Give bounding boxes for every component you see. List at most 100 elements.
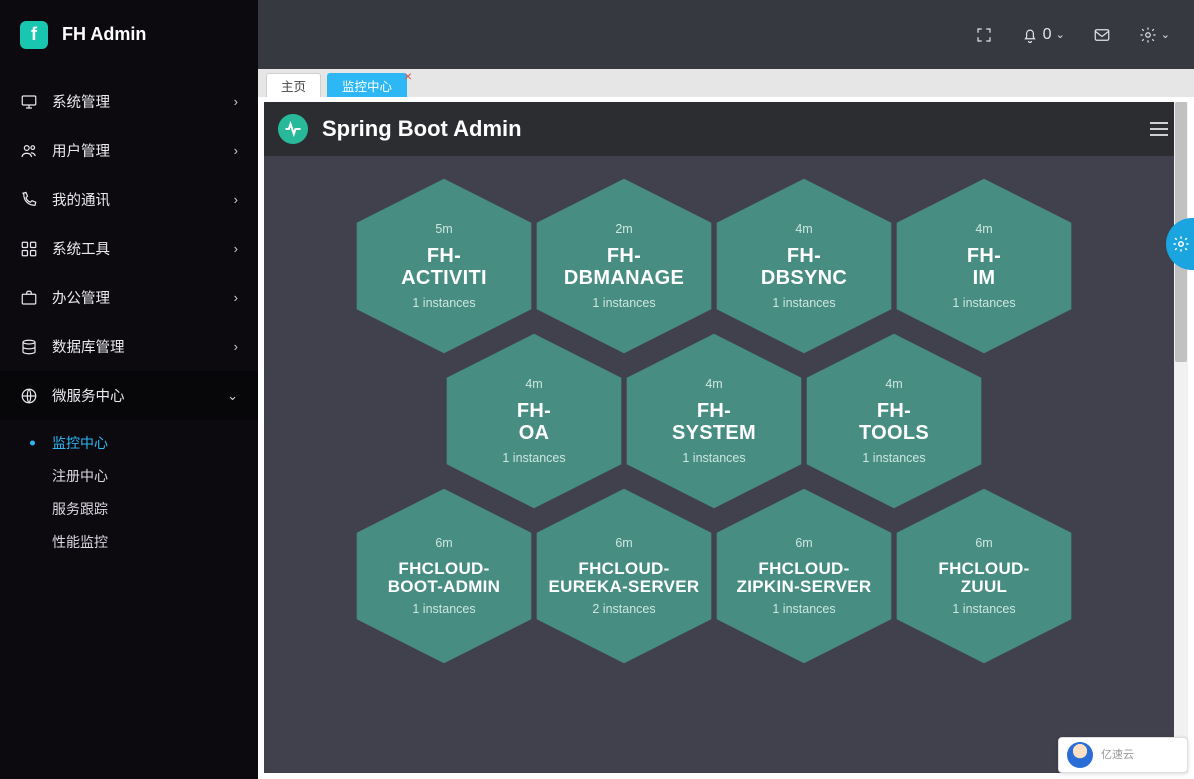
nav-item-microservice-center[interactable]: 微服务中心 ⌄ [0,371,258,420]
nav-label: 微服务中心 [52,385,227,406]
service-name: FH- OA [517,401,551,444]
service-name: FH- SYSTEM [672,401,756,444]
subnav-label: 注册中心 [52,466,108,486]
database-icon [20,338,38,356]
nav-item-database-manage[interactable]: 数据库管理 › [0,322,258,371]
help-brand: 亿速云 [1101,749,1134,761]
uptime: 4m [525,377,542,391]
instance-count: 1 instances [682,451,745,465]
nav: 系统管理 › 用户管理 › 我的通讯 › 系统工具 › 办公管理 › 数据库管理… [0,69,258,564]
service-tile-fhcloud-zuul[interactable]: 6m FHCLOUD- ZUUL 1 instances [894,486,1074,666]
service-name: FH- TOOLS [859,401,929,444]
uptime: 5m [435,222,452,236]
heartbeat-icon [278,114,308,144]
briefcase-icon [20,289,38,307]
nav-label: 用户管理 [52,140,234,161]
service-name: FHCLOUD- EUREKA-SERVER [549,560,700,597]
users-icon [20,142,38,160]
service-name: FHCLOUD- ZIPKIN-SERVER [737,560,872,597]
uptime: 4m [705,377,722,391]
service-tile-fh-dbsync[interactable]: 4mFH- DBSYNC1 instances [714,176,894,356]
service-tile-fh-im[interactable]: 4mFH- IM1 instances [894,176,1074,356]
nav-item-office-manage[interactable]: 办公管理 › [0,273,258,322]
nav-label: 我的通讯 [52,189,234,210]
tab-label: 主页 [281,76,306,95]
tab-monitor-center[interactable]: 监控中心 × [327,73,407,97]
chevron-right-icon: › [234,192,238,207]
chevron-right-icon: › [234,339,238,354]
chevron-right-icon: › [234,241,238,256]
phone-icon [20,191,38,209]
service-tile-fh-oa[interactable]: 4mFH- OA1 instances [444,331,624,511]
service-name: FH- DBMANAGE [564,246,684,289]
main: 0 ⌄ ⌄ 主页 监控中心 × Spring Boot Ad [258,0,1194,779]
service-name: FH- DBSYNC [761,246,847,289]
close-icon[interactable]: × [404,68,412,84]
tab-home[interactable]: 主页 [266,73,321,97]
service-tile-fh-system[interactable]: 4m FH- SYSTEM 1 instances [624,331,804,511]
uptime: 4m [795,222,812,236]
tab-bar: 主页 监控中心 × [258,69,1194,97]
service-tile-fhcloud-eureka-server[interactable]: 6m FHCLOUD- EUREKA-SERVER 2 instances [534,486,714,666]
uptime: 4m [975,222,992,236]
brand[interactable]: f FH Admin [20,21,146,49]
chevron-down-icon: ⌄ [1056,28,1065,41]
brand-bar: f FH Admin [0,0,258,69]
instance-count: 1 instances [592,296,655,310]
nav-item-system-manage[interactable]: 系统管理 › [0,77,258,126]
fullscreen-button[interactable] [975,26,993,44]
uptime: 6m [975,536,992,550]
chevron-right-icon: › [234,143,238,158]
sidebar: f FH Admin 系统管理 › 用户管理 › 我的通讯 › 系统工具 › [0,0,258,779]
avatar-icon [1067,742,1093,768]
uptime: 2m [615,222,632,236]
nav-item-my-comm[interactable]: 我的通讯 › [0,175,258,224]
service-tile-fhcloud-zipkin-server[interactable]: 6mFHCLOUD- ZIPKIN-SERVER1 instances [714,486,894,666]
service-tile-fh-activiti[interactable]: 5m FH- ACTIVITI 1 instances [354,176,534,356]
service-name: FH- ACTIVITI [401,246,487,289]
nav-item-user-manage[interactable]: 用户管理 › [0,126,258,175]
nav-item-system-tools[interactable]: 系统工具 › [0,224,258,273]
instance-count: 1 instances [412,296,475,310]
subnav-item-performance-monitor[interactable]: 性能监控 [0,525,258,558]
tab-label: 监控中心 [342,76,392,95]
notifications-button[interactable]: 0 ⌄ [1021,26,1065,44]
subnav-label: 性能监控 [52,532,108,552]
instance-count: 1 instances [952,296,1015,310]
content-panel: Spring Boot Admin 5mFH- ACTIVITI1 instan… [258,97,1194,779]
chevron-down-icon: ⌄ [1161,28,1170,41]
settings-button[interactable]: ⌄ [1139,26,1170,44]
subnav-item-service-trace[interactable]: 服务跟踪 [0,492,258,525]
globe-icon [20,387,38,405]
sba-frame: Spring Boot Admin 5mFH- ACTIVITI1 instan… [264,102,1188,773]
chevron-right-icon: › [234,94,238,109]
instance-count: 1 instances [952,602,1015,616]
help-widget[interactable]: 亿速云 [1058,737,1188,773]
service-name: FHCLOUD- BOOT-ADMIN [388,560,501,597]
help-text: 亿速云 [1101,749,1134,761]
nav-label: 数据库管理 [52,336,234,357]
service-tile-fh-tools[interactable]: 4mFH- TOOLS1 instances [804,331,984,511]
subnav-label: 服务跟踪 [52,499,108,519]
uptime: 4m [885,377,902,391]
subnav-item-monitor-center[interactable]: 监控中心 [0,426,258,459]
service-tile-fhcloud-boot-admin[interactable]: 6mFHCLOUD- BOOT-ADMIN1 instances [354,486,534,666]
uptime: 6m [795,536,812,550]
service-tile-fh-dbmanage[interactable]: 2m FH- DBMANAGE 1 instances [534,176,714,356]
notif-count: 0 [1043,26,1052,44]
scrollbar[interactable] [1174,102,1188,773]
uptime: 6m [435,536,452,550]
messages-button[interactable] [1093,26,1111,44]
subnav-microservice: 监控中心 注册中心 服务跟踪 性能监控 [0,420,258,564]
uptime: 6m [615,536,632,550]
chevron-down-icon: ⌄ [227,388,238,404]
nav-label: 办公管理 [52,287,234,308]
nav-label: 系统管理 [52,91,234,112]
instance-count: 2 instances [592,602,655,616]
dot-icon [30,539,35,544]
topbar: 0 ⌄ ⌄ [258,0,1194,69]
brand-title: FH Admin [62,24,146,45]
subnav-item-register-center[interactable]: 注册中心 [0,459,258,492]
hamburger-menu-button[interactable] [1150,122,1168,136]
service-name: FHCLOUD- ZUUL [938,560,1029,597]
